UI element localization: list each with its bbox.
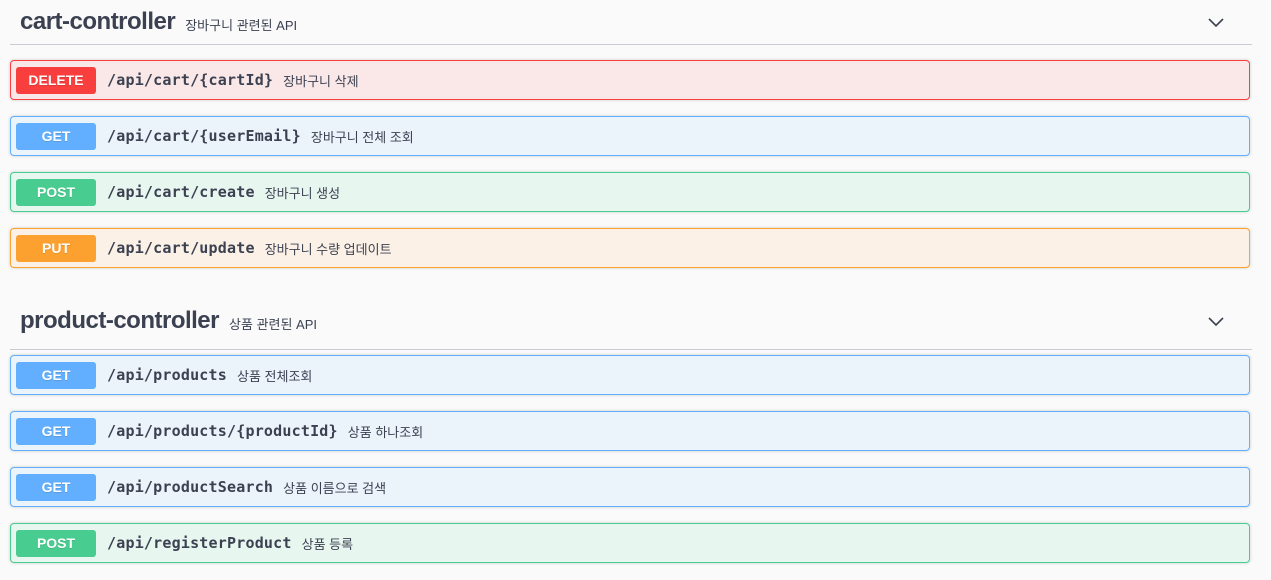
operation-get-cart[interactable]: GET /api/cart/{userEmail} 장바구니 전체 조회 bbox=[10, 116, 1250, 156]
operation-path: /api/productSearch bbox=[107, 478, 274, 496]
section-title: product-controller bbox=[20, 307, 220, 334]
operation-post-register-product[interactable]: POST /api/registerProduct 상품 등록 bbox=[10, 523, 1250, 563]
operation-path: /api/cart/create bbox=[107, 183, 255, 201]
section-header-product-controller[interactable]: product-controller 상품 관련된 API bbox=[10, 293, 1252, 350]
method-badge: GET bbox=[16, 473, 96, 501]
operation-summary: 상품 전체조회 bbox=[237, 368, 313, 384]
operation-summary: 장바구니 삭제 bbox=[283, 73, 359, 89]
operation-path: /api/cart/{cartId} bbox=[107, 71, 274, 89]
section-product-controller: product-controller 상품 관련된 API GET /api/p… bbox=[10, 293, 1252, 580]
operation-summary: 상품 하나조회 bbox=[347, 424, 424, 440]
operation-path: /api/registerProduct bbox=[107, 534, 292, 552]
operation-path: /api/cart/{userEmail} bbox=[107, 127, 301, 145]
operation-put-cart-update[interactable]: PUT /api/cart/update 장바구니 수량 업데이트 bbox=[10, 228, 1250, 268]
operation-summary: 장바구니 전체 조회 bbox=[310, 129, 414, 145]
operation-summary: 장바구니 수량 업데이트 bbox=[264, 241, 392, 257]
operation-get-products[interactable]: GET /api/products 상품 전체조회 bbox=[10, 355, 1250, 395]
operation-delete-cart[interactable]: DELETE /api/cart/{cartId} 장바구니 삭제 bbox=[10, 60, 1250, 100]
method-badge: POST bbox=[16, 178, 96, 206]
method-badge: GET bbox=[16, 417, 96, 445]
section-description: 상품 관련된 API bbox=[229, 316, 317, 332]
operation-post-cart-create[interactable]: POST /api/cart/create 장바구니 생성 bbox=[10, 172, 1250, 212]
method-badge: GET bbox=[16, 122, 96, 150]
method-badge: DELETE bbox=[16, 66, 96, 94]
method-badge: POST bbox=[16, 529, 96, 557]
operation-path: /api/cart/update bbox=[107, 239, 255, 257]
operation-summary: 상품 등록 bbox=[301, 536, 354, 552]
operation-get-product-by-id[interactable]: GET /api/products/{productId} 상품 하나조회 bbox=[10, 411, 1250, 451]
section-title: cart-controller bbox=[20, 8, 176, 35]
operation-path: /api/products bbox=[107, 366, 227, 384]
section-description: 장바구니 관련된 API bbox=[185, 17, 298, 33]
operation-summary: 상품 이름으로 검색 bbox=[283, 480, 387, 496]
method-badge: GET bbox=[16, 361, 96, 389]
swagger-ui-page: cart-controller 장바구니 관련된 API DELETE /api… bbox=[0, 0, 1271, 580]
method-badge: PUT bbox=[16, 234, 96, 262]
operation-path: /api/products/{productId} bbox=[107, 422, 338, 440]
chevron-down-icon[interactable] bbox=[1206, 311, 1226, 331]
operation-get-product-search[interactable]: GET /api/productSearch 상품 이름으로 검색 bbox=[10, 467, 1250, 507]
chevron-down-icon[interactable] bbox=[1206, 12, 1226, 32]
operation-summary: 장바구니 생성 bbox=[264, 185, 341, 201]
section-cart-controller: cart-controller 장바구니 관련된 API DELETE /api… bbox=[10, 0, 1252, 280]
section-header-cart-controller[interactable]: cart-controller 장바구니 관련된 API bbox=[10, 0, 1252, 45]
